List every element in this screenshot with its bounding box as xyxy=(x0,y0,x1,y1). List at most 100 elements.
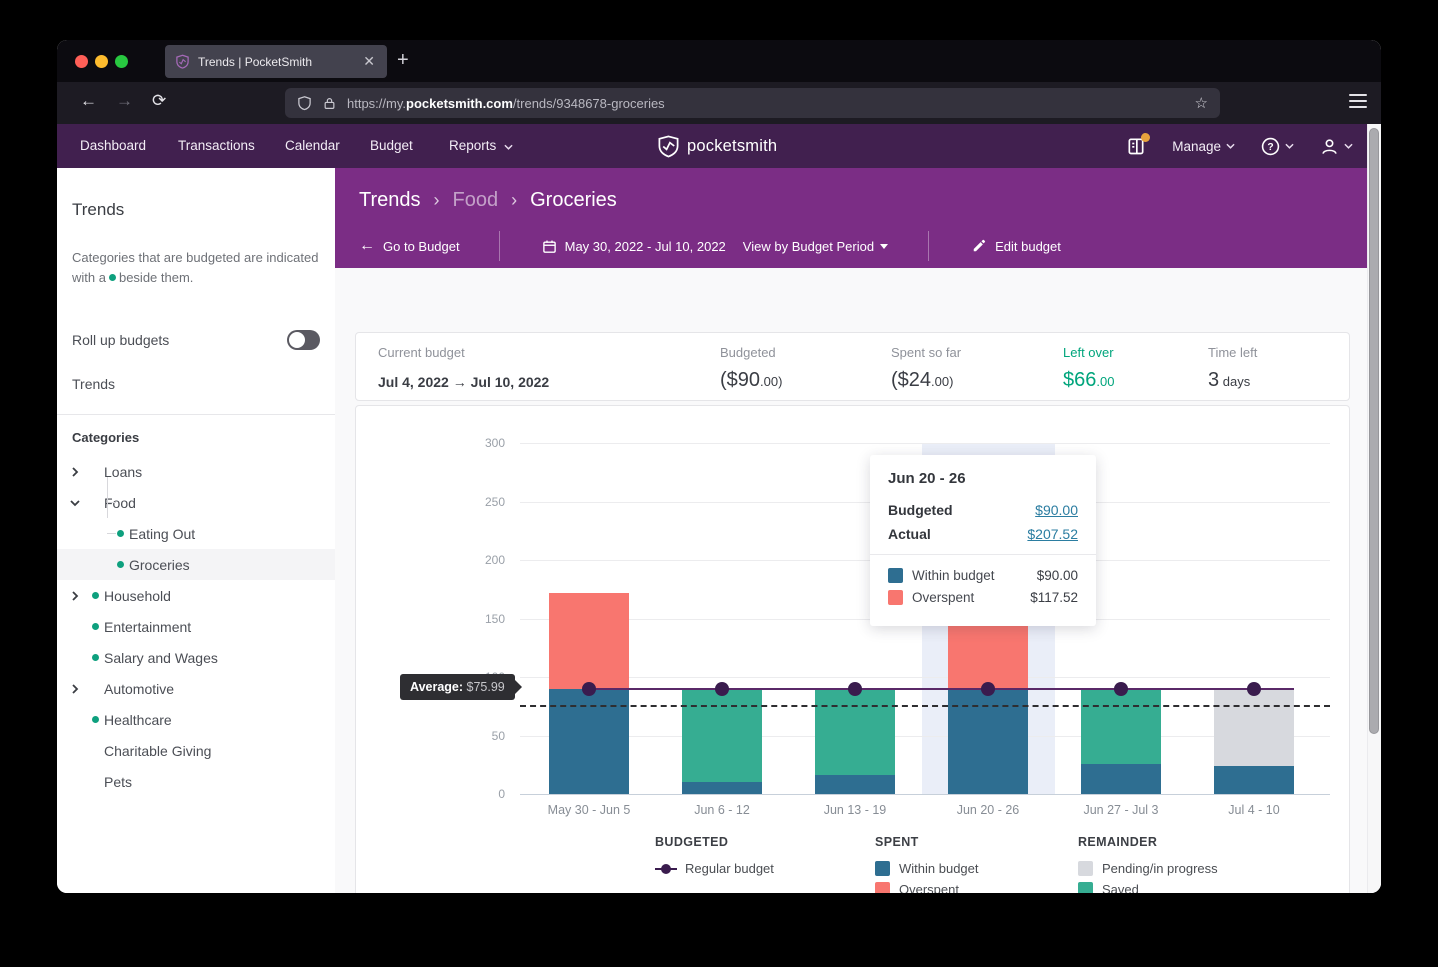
date-range-picker[interactable]: May 30, 2022 - Jul 10, 2022 xyxy=(542,239,726,254)
reload-button[interactable]: ⟳ xyxy=(152,91,166,111)
category-label: Loans xyxy=(104,464,142,480)
nav-budget[interactable]: Budget xyxy=(370,138,413,153)
sidebar: Trends Categories that are budgeted are … xyxy=(57,168,335,893)
budget-summary-card: Current budgetJul 4, 2022 → Jul 10, 2022… xyxy=(355,332,1350,401)
sidebar-item-pets[interactable]: Pets xyxy=(57,766,335,797)
window-minimize-button[interactable] xyxy=(95,55,108,68)
arrow-left-icon: ← xyxy=(359,237,375,255)
page-header: Trends › Food › Groceries ← Go to Budget… xyxy=(335,168,1381,268)
sidebar-item-charitable-giving[interactable]: Charitable Giving xyxy=(57,735,335,766)
category-label: Household xyxy=(104,588,171,604)
budget-dot-icon xyxy=(92,592,99,599)
sidebar-item-eating-out[interactable]: Eating Out xyxy=(57,518,335,549)
tree-connector xyxy=(107,477,108,518)
pocketsmith-favicon-icon xyxy=(175,54,190,69)
new-tab-button[interactable]: + xyxy=(397,49,409,72)
url-text: https://my.pocketsmith.com/trends/934867… xyxy=(347,96,665,111)
tree-connector xyxy=(107,533,116,534)
sidebar-item-automotive[interactable]: Automotive xyxy=(57,673,335,704)
caret-down-icon xyxy=(880,244,888,249)
app-nav: Dashboard Transactions Calendar Budget R… xyxy=(57,124,1381,168)
breadcrumb-food[interactable]: Food xyxy=(453,189,499,212)
notification-dot xyxy=(1141,133,1150,142)
summary-left-over: Left over$66.00 xyxy=(1063,345,1114,392)
breadcrumb: Trends › Food › Groceries xyxy=(359,189,617,212)
tree-connector xyxy=(107,502,116,503)
chevron-right-icon xyxy=(69,466,81,478)
chevron-down-icon xyxy=(69,497,81,509)
budget-dot-icon xyxy=(92,654,99,661)
nav-reports[interactable]: Reports xyxy=(449,138,513,153)
chevron-down-icon xyxy=(1285,143,1294,149)
edit-budget-button[interactable]: Edit budget xyxy=(972,239,1061,254)
sidebar-item-salary-and-wages[interactable]: Salary and Wages xyxy=(57,642,335,673)
breadcrumb-groceries[interactable]: Groceries xyxy=(530,189,617,212)
nav-calendar[interactable]: Calendar xyxy=(285,138,340,153)
category-label: Healthcare xyxy=(104,712,172,728)
forward-button[interactable]: → xyxy=(116,91,133,111)
lock-icon[interactable] xyxy=(323,96,336,111)
category-list: Loans Food Eating Out Groceries Household Ent… xyxy=(57,456,335,797)
divider xyxy=(928,231,929,261)
help-icon: ? xyxy=(1261,137,1280,156)
category-label: Entertainment xyxy=(104,619,191,635)
category-label: Charitable Giving xyxy=(104,743,211,759)
sidebar-item-trends[interactable]: Trends xyxy=(72,376,115,392)
tab-title: Trends | PocketSmith xyxy=(198,55,361,69)
tab-close-icon[interactable]: ✕ xyxy=(361,53,377,70)
screen: Trends | PocketSmith ✕ + ← → ⟳ https://m… xyxy=(0,0,1438,967)
sidebar-description: Categories that are budgeted are indicat… xyxy=(72,248,320,287)
scrollbar-thumb[interactable] xyxy=(1369,128,1379,734)
scrollbar-track[interactable] xyxy=(1367,124,1381,893)
budget-dot-icon xyxy=(109,274,116,281)
view-by-dropdown[interactable]: View by Budget Period xyxy=(743,239,888,254)
chevron-down-icon xyxy=(1226,143,1235,149)
budget-dot-icon xyxy=(117,561,124,568)
pocketsmith-shield-icon xyxy=(657,134,680,158)
roll-up-budgets-toggle[interactable] xyxy=(287,330,320,350)
sidebar-item-groceries[interactable]: Groceries xyxy=(57,549,335,580)
user-icon xyxy=(1320,137,1339,156)
url-bar[interactable]: https://my.pocketsmith.com/trends/934867… xyxy=(285,88,1220,118)
breadcrumb-trends[interactable]: Trends xyxy=(359,189,421,212)
window-zoom-button[interactable] xyxy=(115,55,128,68)
category-label: Eating Out xyxy=(129,526,195,542)
whats-new-button[interactable] xyxy=(1126,136,1146,156)
bookmark-star-icon[interactable]: ☆ xyxy=(1195,94,1208,112)
sidebar-item-entertainment[interactable]: Entertainment xyxy=(57,611,335,642)
window-close-button[interactable] xyxy=(75,55,88,68)
budget-dot-icon xyxy=(117,530,124,537)
browser-window: Trends | PocketSmith ✕ + ← → ⟳ https://m… xyxy=(57,40,1381,893)
category-label: Automotive xyxy=(104,681,174,697)
sidebar-title: Trends xyxy=(72,200,124,220)
nav-manage[interactable]: Manage xyxy=(1172,139,1235,154)
nav-account[interactable] xyxy=(1320,137,1353,156)
go-to-budget-button[interactable]: ← Go to Budget xyxy=(359,237,460,255)
budget-dot-icon xyxy=(92,716,99,723)
pocketsmith-logo[interactable]: pocketsmith xyxy=(657,134,777,158)
nav-help[interactable]: ? xyxy=(1261,137,1294,156)
trends-chart-card xyxy=(355,405,1350,893)
summary-current-budget: Current budgetJul 4, 2022 → Jul 10, 2022 xyxy=(378,345,549,390)
menu-hamburger-icon[interactable] xyxy=(1349,90,1367,112)
sidebar-item-food[interactable]: Food xyxy=(57,487,335,518)
summary-spent-so-far: Spent so far($24.00) xyxy=(891,345,961,392)
nav-dashboard[interactable]: Dashboard xyxy=(80,138,146,153)
budget-dot-icon xyxy=(92,623,99,630)
tab-strip: Trends | PocketSmith ✕ + xyxy=(57,40,1381,82)
divider xyxy=(499,231,500,261)
sidebar-item-healthcare[interactable]: Healthcare xyxy=(57,704,335,735)
back-button[interactable]: ← xyxy=(80,91,97,111)
sidebar-item-loans[interactable]: Loans xyxy=(57,456,335,487)
sidebar-item-household[interactable]: Household xyxy=(57,580,335,611)
calendar-icon xyxy=(542,239,557,254)
chevron-right-icon xyxy=(69,683,81,695)
chevron-down-icon xyxy=(504,144,513,150)
category-label: Groceries xyxy=(129,557,190,573)
category-label: Salary and Wages xyxy=(104,650,218,666)
tracking-shield-icon[interactable] xyxy=(297,95,312,111)
chevron-right-icon xyxy=(69,590,81,602)
nav-transactions[interactable]: Transactions xyxy=(178,138,255,153)
browser-tab[interactable]: Trends | PocketSmith ✕ xyxy=(165,45,387,78)
category-label: Pets xyxy=(104,774,132,790)
